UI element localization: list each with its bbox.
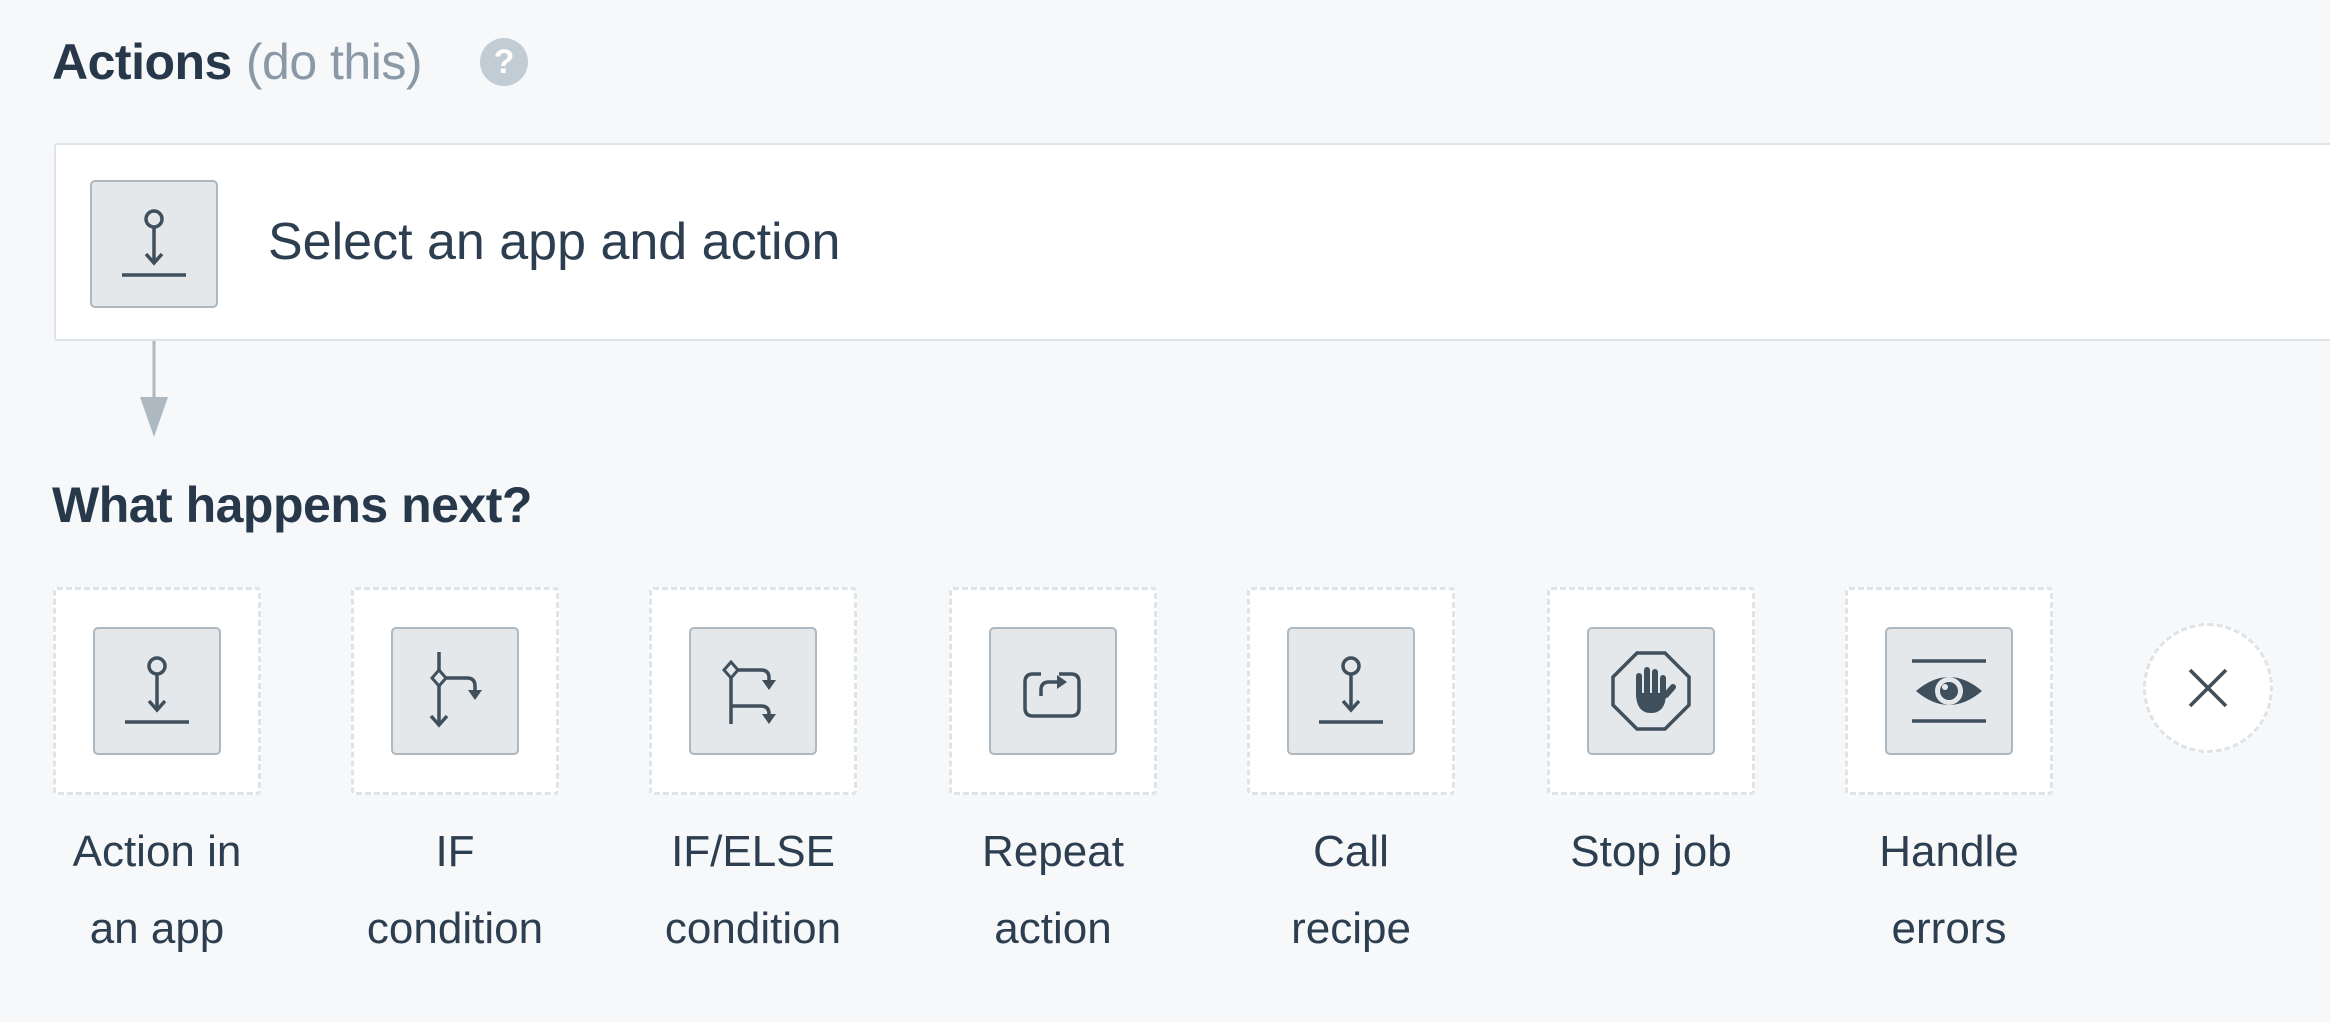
option-handle-errors-box[interactable] xyxy=(1845,587,2053,795)
option-label: Action in an app xyxy=(27,813,287,967)
option-label-line1: Call xyxy=(1313,827,1389,876)
option-label-line1: IF xyxy=(435,827,475,876)
select-app-action-step[interactable]: Select an app and action xyxy=(54,143,2330,341)
if-else-condition-icon xyxy=(689,627,817,755)
option-if-else-condition-box[interactable] xyxy=(649,587,857,795)
option-label-line1: Action in xyxy=(72,827,242,876)
actions-section-header: Actions (do this) ? xyxy=(52,28,528,96)
option-if-else-condition[interactable]: IF/ELSE condition xyxy=(649,587,857,967)
option-call-recipe-box[interactable] xyxy=(1247,587,1455,795)
option-label-line1: Handle xyxy=(1879,827,2019,876)
option-action-in-app-box[interactable] xyxy=(53,587,261,795)
repeat-action-icon xyxy=(989,627,1117,755)
option-repeat-action[interactable]: Repeat action xyxy=(949,587,1157,967)
option-call-recipe[interactable]: Call recipe xyxy=(1247,587,1455,967)
close-button[interactable] xyxy=(2143,623,2273,753)
option-label-line2: errors xyxy=(1891,904,2007,953)
option-label-line2: recipe xyxy=(1291,904,1411,953)
option-label-line1: Stop job xyxy=(1570,827,1732,876)
option-repeat-action-box[interactable] xyxy=(949,587,1157,795)
option-label: Repeat action xyxy=(923,813,1183,967)
option-if-condition[interactable]: IF condition xyxy=(351,587,559,967)
section-title: Actions xyxy=(52,34,232,90)
option-label-line2: condition xyxy=(366,904,544,953)
option-label-line2: condition xyxy=(664,904,842,953)
option-label: Stop job xyxy=(1521,813,1781,890)
close-icon xyxy=(2188,668,2228,708)
help-glyph: ? xyxy=(493,42,515,81)
step-label: Select an app and action xyxy=(268,213,841,271)
option-label-line1: IF/ELSE xyxy=(671,827,835,876)
option-label-line1: Repeat xyxy=(982,827,1124,876)
option-handle-errors[interactable]: Handle errors xyxy=(1845,587,2053,967)
option-label: Handle errors xyxy=(1819,813,2079,967)
option-action-in-app[interactable]: Action in an app xyxy=(53,587,261,967)
option-stop-job[interactable]: Stop job xyxy=(1547,587,1755,890)
option-label: IF condition xyxy=(325,813,585,967)
option-if-condition-box[interactable] xyxy=(351,587,559,795)
option-label: IF/ELSE condition xyxy=(623,813,883,967)
if-condition-icon xyxy=(391,627,519,755)
call-recipe-icon xyxy=(1287,627,1415,755)
section-subtitle: (do this) xyxy=(245,34,423,90)
stop-job-icon xyxy=(1587,627,1715,755)
question-circle-icon[interactable]: ? xyxy=(479,38,528,86)
action-in-app-icon xyxy=(90,180,218,308)
option-label: Call recipe xyxy=(1221,813,1481,967)
what-happens-next-title: What happens next? xyxy=(52,477,532,533)
option-stop-job-box[interactable] xyxy=(1547,587,1755,795)
handle-errors-icon xyxy=(1885,627,2013,755)
option-label-line2: action xyxy=(994,904,1112,953)
option-label-line2: an app xyxy=(89,904,225,953)
connector-arrow xyxy=(140,341,168,437)
action-in-app-icon xyxy=(93,627,221,755)
